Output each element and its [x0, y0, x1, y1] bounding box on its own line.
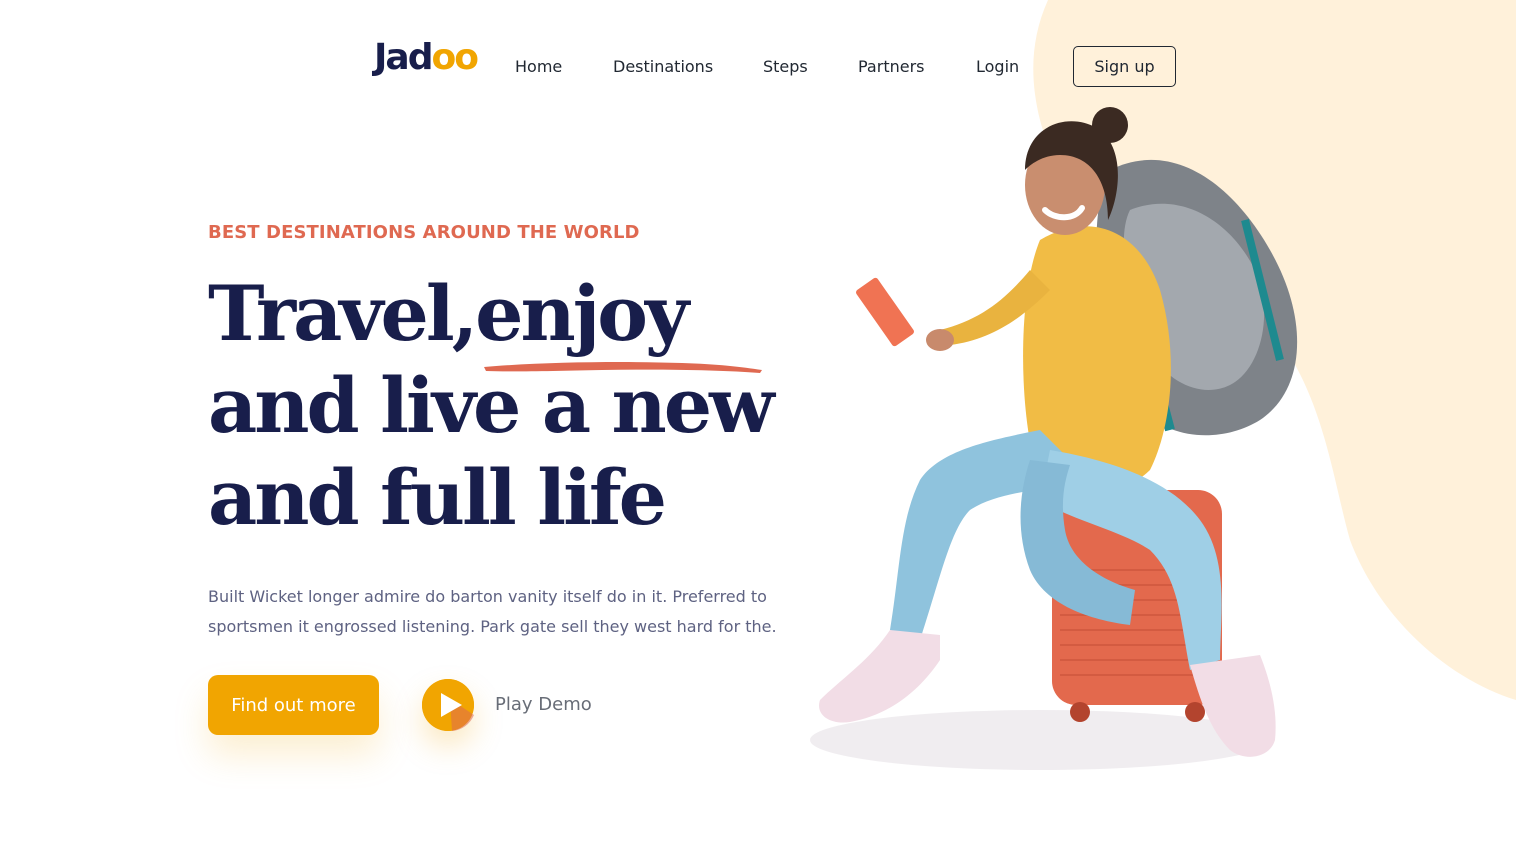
nav-login-link[interactable]: Login — [976, 57, 1019, 77]
find-out-more-button[interactable]: Find out more — [208, 675, 379, 735]
play-demo-label[interactable]: Play Demo — [495, 694, 592, 715]
logo[interactable]: Jadoo — [374, 37, 479, 78]
headline-underline-decoration — [484, 362, 762, 373]
nav-steps-link[interactable]: Steps — [763, 57, 808, 77]
logo-text: Jad — [374, 37, 433, 78]
signup-button[interactable]: Sign up — [1073, 46, 1176, 87]
play-icon — [422, 679, 474, 731]
headline-line-3: and full life — [208, 453, 667, 542]
logo-accent: oo — [431, 37, 478, 78]
hero-description: Built Wicket longer admire do barton van… — [208, 587, 777, 636]
nav-home-link[interactable]: Home — [515, 57, 562, 77]
headline-line-1: Travel,enjoy — [208, 269, 689, 358]
hero-kicker: BEST DESTINATIONS AROUND THE WORLD — [208, 222, 640, 243]
play-demo-button[interactable] — [422, 679, 474, 731]
nav-destinations-link[interactable]: Destinations — [613, 57, 713, 77]
traveller-illustration — [810, 107, 1298, 770]
nav-partners-link[interactable]: Partners — [858, 57, 924, 77]
hero-headline: Travel,enjoy and live a new and full lif… — [208, 268, 775, 544]
